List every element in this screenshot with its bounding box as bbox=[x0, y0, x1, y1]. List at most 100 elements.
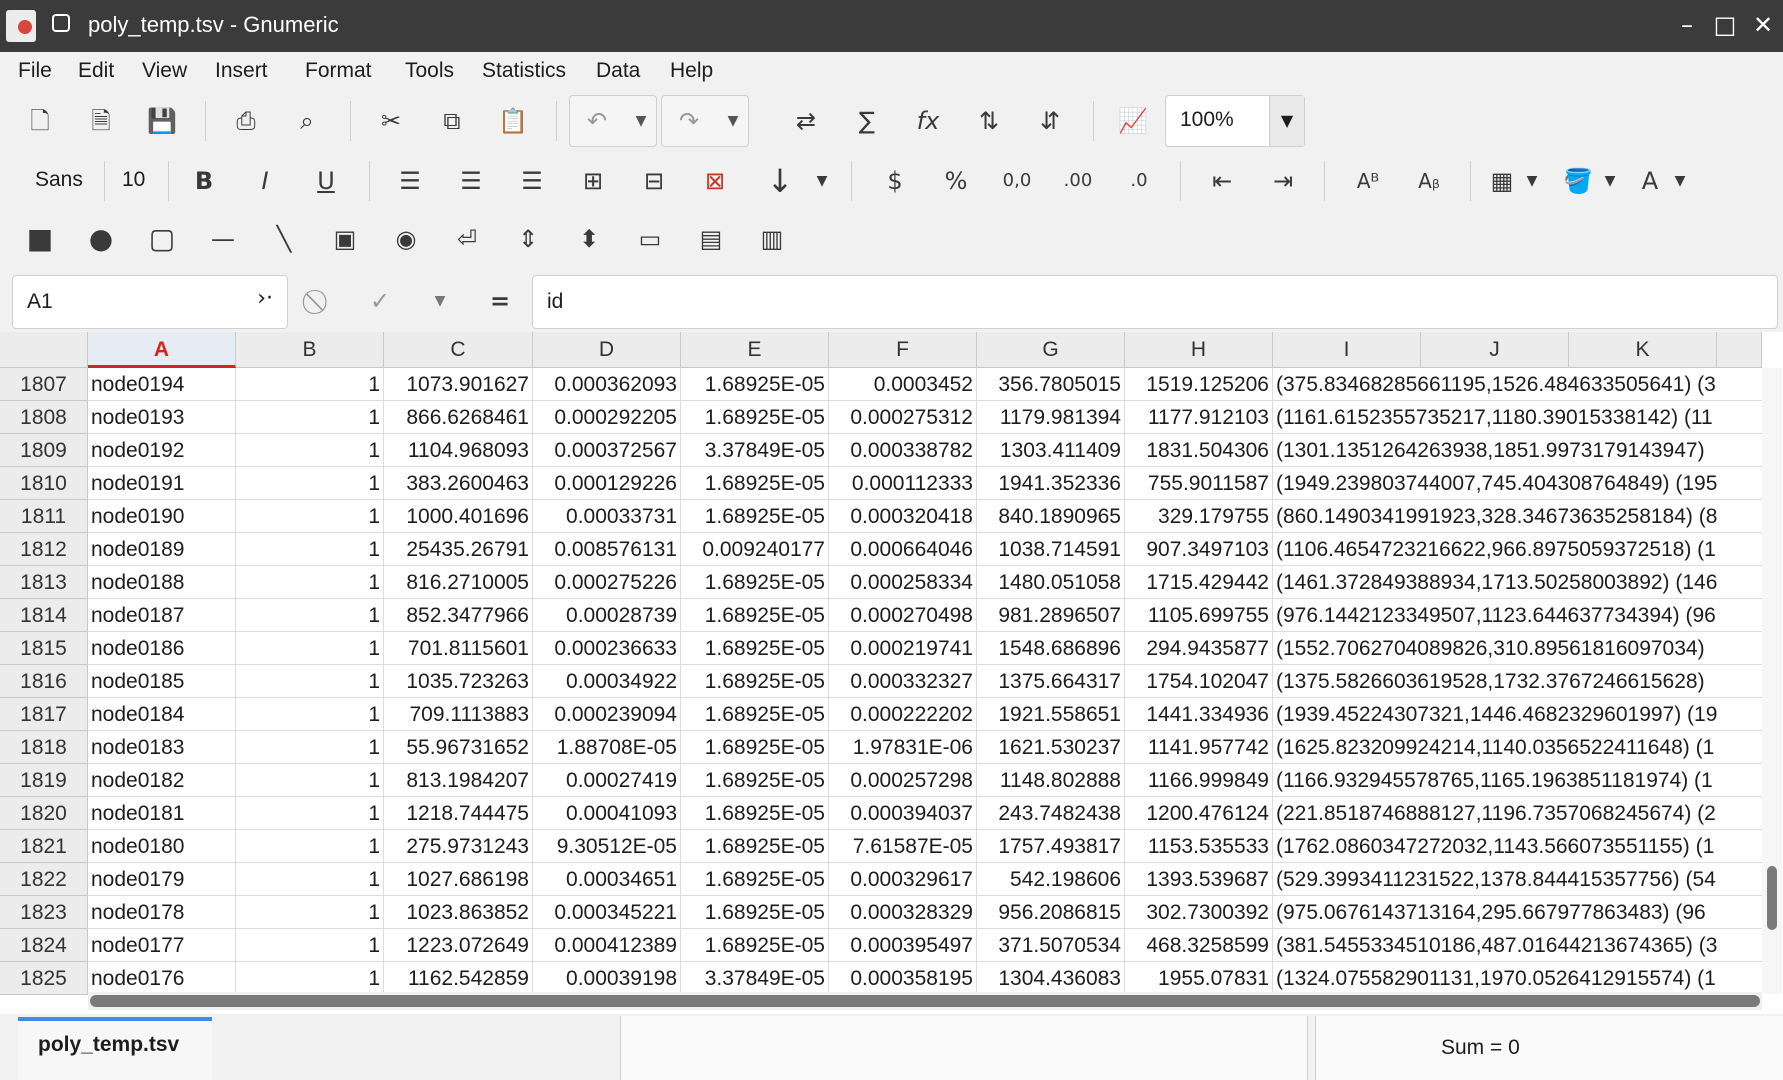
select-all-corner[interactable] bbox=[0, 332, 88, 368]
formula-entry[interactable]: id bbox=[532, 275, 1778, 329]
column-header-next[interactable] bbox=[1717, 332, 1762, 368]
cell-g[interactable]: 1480.051058 bbox=[977, 566, 1125, 599]
cell-f[interactable]: 0.000222202 bbox=[829, 698, 977, 731]
menu-help[interactable]: Help bbox=[670, 59, 713, 83]
cell-c[interactable]: 813.1984207 bbox=[384, 764, 533, 797]
cell-b[interactable]: 1 bbox=[236, 632, 384, 665]
cell-b[interactable]: 1 bbox=[236, 929, 384, 962]
cell-b[interactable]: 1 bbox=[236, 665, 384, 698]
cell-h[interactable]: 1393.539687 bbox=[1125, 863, 1273, 896]
cell-f[interactable]: 0.000332327 bbox=[829, 665, 977, 698]
cell-b[interactable]: 1 bbox=[236, 764, 384, 797]
column-header-f[interactable]: F bbox=[829, 332, 977, 368]
column-header-a[interactable]: A bbox=[88, 332, 236, 368]
menu-insert[interactable]: Insert bbox=[215, 59, 268, 83]
column-header-k[interactable]: K bbox=[1569, 332, 1717, 368]
row-header[interactable]: 1823 bbox=[0, 896, 88, 929]
row-header[interactable]: 1824 bbox=[0, 929, 88, 962]
menu-view[interactable]: View bbox=[142, 59, 187, 83]
cell-a[interactable]: node0182 bbox=[88, 764, 236, 797]
cell-c[interactable]: 1162.542859 bbox=[384, 962, 533, 995]
font-size[interactable]: 10 bbox=[122, 168, 145, 192]
cell-e[interactable]: 1.68925E-05 bbox=[681, 797, 829, 830]
cell-b[interactable]: 1 bbox=[236, 401, 384, 434]
align-center-icon[interactable]: ☰ bbox=[453, 163, 489, 199]
slider-icon[interactable]: ▭ bbox=[632, 221, 668, 257]
close-window-button[interactable]: ✕ bbox=[1748, 10, 1778, 40]
cell-g[interactable]: 1757.493817 bbox=[977, 830, 1125, 863]
cell-g[interactable]: 1621.530237 bbox=[977, 731, 1125, 764]
superscript-icon[interactable]: Aᴮ bbox=[1350, 163, 1386, 199]
cell-a[interactable]: node0185 bbox=[88, 665, 236, 698]
cell-f[interactable]: 0.000394037 bbox=[829, 797, 977, 830]
cell-g[interactable]: 356.7805015 bbox=[977, 368, 1125, 401]
row-header[interactable]: 1814 bbox=[0, 599, 88, 632]
cell-c[interactable]: 816.2710005 bbox=[384, 566, 533, 599]
cell-f[interactable]: 0.0003452 bbox=[829, 368, 977, 401]
cell-i[interactable]: (1161.6152355735217,1180.39015338142) (1… bbox=[1273, 401, 1762, 434]
cell-e[interactable]: 1.68925E-05 bbox=[681, 929, 829, 962]
cell-d[interactable]: 0.008576131 bbox=[533, 533, 681, 566]
cell-d[interactable]: 0.000239094 bbox=[533, 698, 681, 731]
cell-h[interactable]: 1831.504306 bbox=[1125, 434, 1273, 467]
cell-a[interactable]: node0191 bbox=[88, 467, 236, 500]
print-preview-icon[interactable]: ⌕ bbox=[289, 103, 325, 139]
cell-h[interactable]: 1141.957742 bbox=[1125, 731, 1273, 764]
cell-i[interactable]: (1301.1351264263938,1851.9973179143947) bbox=[1273, 434, 1762, 467]
vertical-scrollbar[interactable] bbox=[1762, 368, 1782, 994]
cell-e[interactable]: 3.37849E-05 bbox=[681, 434, 829, 467]
cell-f[interactable]: 0.000219741 bbox=[829, 632, 977, 665]
column-header-c[interactable]: C bbox=[384, 332, 533, 368]
cell-i[interactable]: (1166.932945578765,1165.1963851181974) (… bbox=[1273, 764, 1762, 797]
italic-icon[interactable]: I bbox=[247, 163, 283, 199]
column-header-g[interactable]: G bbox=[977, 332, 1125, 368]
cell-i[interactable]: (381.5455334510186,487.01644213674365) (… bbox=[1273, 929, 1762, 962]
cell-i[interactable]: (529.3993411231522,1378.844415357756) (5… bbox=[1273, 863, 1762, 896]
frame-icon[interactable]: ▣ bbox=[327, 221, 363, 257]
cell-a[interactable]: node0181 bbox=[88, 797, 236, 830]
name-box[interactable]: A1 ›· bbox=[12, 275, 288, 329]
cell-a[interactable]: node0189 bbox=[88, 533, 236, 566]
print-icon[interactable]: ⎙ bbox=[228, 103, 264, 139]
cell-e[interactable]: 1.68925E-05 bbox=[681, 731, 829, 764]
row-header[interactable]: 1813 bbox=[0, 566, 88, 599]
line-icon[interactable]: — bbox=[205, 221, 241, 257]
cell-f[interactable]: 0.000338782 bbox=[829, 434, 977, 467]
cell-c[interactable]: 1104.968093 bbox=[384, 434, 533, 467]
row-header[interactable]: 1812 bbox=[0, 533, 88, 566]
borders-icon[interactable]: ⊠ bbox=[697, 163, 733, 199]
cell-h[interactable]: 1105.699755 bbox=[1125, 599, 1273, 632]
cell-h[interactable]: 1200.476124 bbox=[1125, 797, 1273, 830]
row-header[interactable]: 1809 bbox=[0, 434, 88, 467]
cell-h[interactable]: 1519.125206 bbox=[1125, 368, 1273, 401]
cell-e[interactable]: 1.68925E-05 bbox=[681, 665, 829, 698]
cell-f[interactable]: 0.000320418 bbox=[829, 500, 977, 533]
cell-f[interactable]: 0.000358195 bbox=[829, 962, 977, 995]
format-presets-dropdown-icon[interactable]: ▼ bbox=[1514, 163, 1550, 199]
cell-d[interactable]: 9.30512E-05 bbox=[533, 830, 681, 863]
cell-c[interactable]: 25435.26791 bbox=[384, 533, 533, 566]
cell-a[interactable]: node0179 bbox=[88, 863, 236, 896]
font-color-dropdown-icon[interactable]: ▼ bbox=[1662, 163, 1698, 199]
cell-c[interactable]: 1035.723263 bbox=[384, 665, 533, 698]
bold-icon[interactable]: B bbox=[186, 163, 222, 199]
cell-a[interactable]: node0187 bbox=[88, 599, 236, 632]
cell-a[interactable]: node0180 bbox=[88, 830, 236, 863]
save-icon[interactable]: 💾 bbox=[144, 103, 180, 139]
cell-i[interactable]: (1375.5826603619528,1732.3767246615628) bbox=[1273, 665, 1762, 698]
cell-h[interactable]: 302.7300392 bbox=[1125, 896, 1273, 929]
cell-f[interactable]: 0.000258334 bbox=[829, 566, 977, 599]
decrease-decimals-icon[interactable]: .0 bbox=[1121, 163, 1157, 199]
cell-c[interactable]: 383.2600463 bbox=[384, 467, 533, 500]
column-header-i[interactable]: I bbox=[1273, 332, 1421, 368]
cell-i[interactable]: (1625.823209924214,1140.0356522411648) (… bbox=[1273, 731, 1762, 764]
zoom-dropdown-icon[interactable]: ▼ bbox=[1269, 96, 1304, 146]
split-cells-icon[interactable]: ⊟ bbox=[636, 163, 672, 199]
cell-c[interactable]: 701.8115601 bbox=[384, 632, 533, 665]
column-header-h[interactable]: H bbox=[1125, 332, 1273, 368]
cell-i[interactable]: (1762.0860347272032,1143.566073551155) (… bbox=[1273, 830, 1762, 863]
row-header[interactable]: 1819 bbox=[0, 764, 88, 797]
cell-c[interactable]: 1000.401696 bbox=[384, 500, 533, 533]
cell-a[interactable]: node0176 bbox=[88, 962, 236, 995]
merge-cells-icon[interactable]: ⊞ bbox=[575, 163, 611, 199]
